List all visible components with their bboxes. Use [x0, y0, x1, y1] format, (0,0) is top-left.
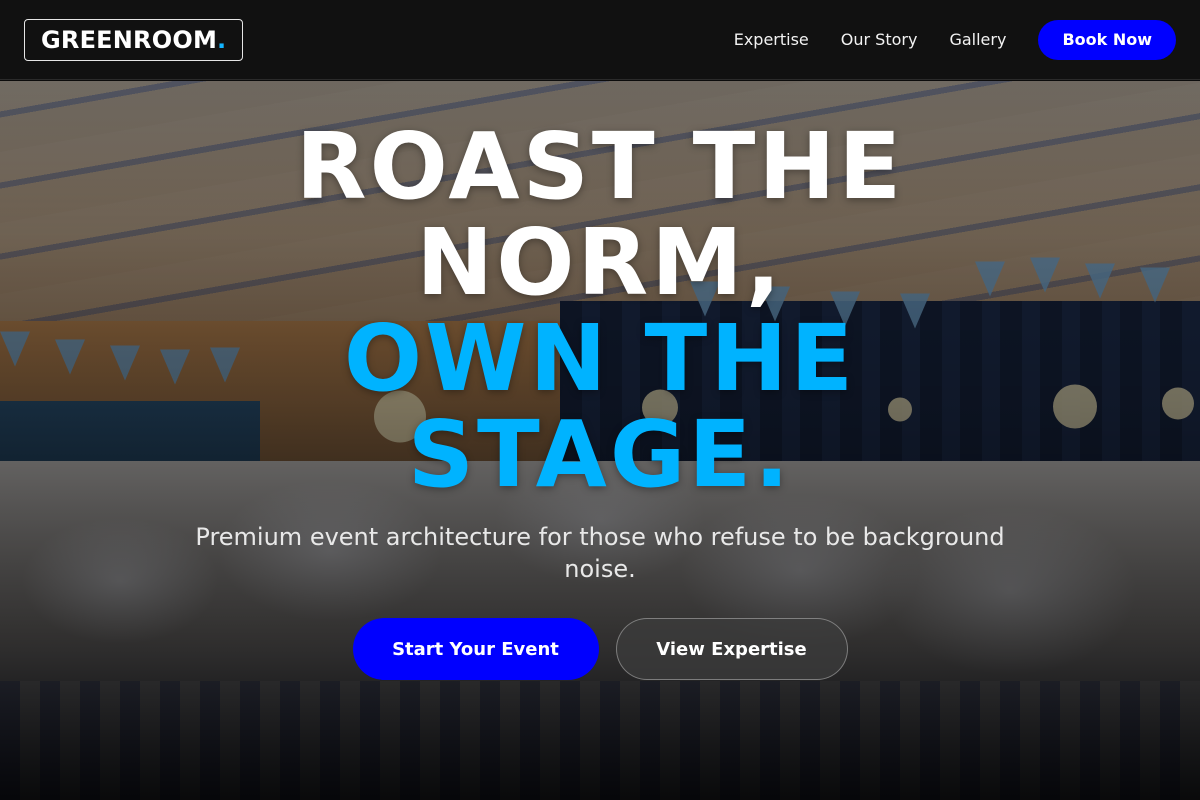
hero-subheading: Premium event architecture for those who…	[195, 523, 1005, 583]
hero-content: ROAST THE NORM, OWN THE STAGE. Premium e…	[0, 81, 1200, 680]
headline-line-2: NORM,	[416, 209, 784, 316]
headline-line-1: ROAST THE	[295, 113, 905, 220]
nav-link-our-story[interactable]: Our Story	[841, 30, 918, 49]
start-your-event-button[interactable]: Start Your Event	[352, 618, 599, 680]
hero-cta-group: Start Your Event View Expertise	[0, 618, 1200, 680]
nav-link-gallery[interactable]: Gallery	[949, 30, 1006, 49]
logo-dot: .	[217, 25, 227, 54]
book-now-button[interactable]: Book Now	[1038, 19, 1176, 60]
headline-line-3: OWN THE	[343, 305, 857, 412]
site-header: GREENROOM. Expertise Our Story Gallery B…	[0, 0, 1200, 80]
logo[interactable]: GREENROOM.	[24, 18, 244, 61]
nav-link-expertise[interactable]: Expertise	[734, 30, 809, 49]
main-nav: Expertise Our Story Gallery Book Now	[734, 19, 1176, 60]
hero-headline: ROAST THE NORM, OWN THE STAGE.	[0, 119, 1200, 503]
view-expertise-button[interactable]: View Expertise	[615, 618, 848, 680]
headline-line-4: STAGE.	[407, 401, 793, 508]
logo-text: GREENROOM	[41, 25, 218, 54]
